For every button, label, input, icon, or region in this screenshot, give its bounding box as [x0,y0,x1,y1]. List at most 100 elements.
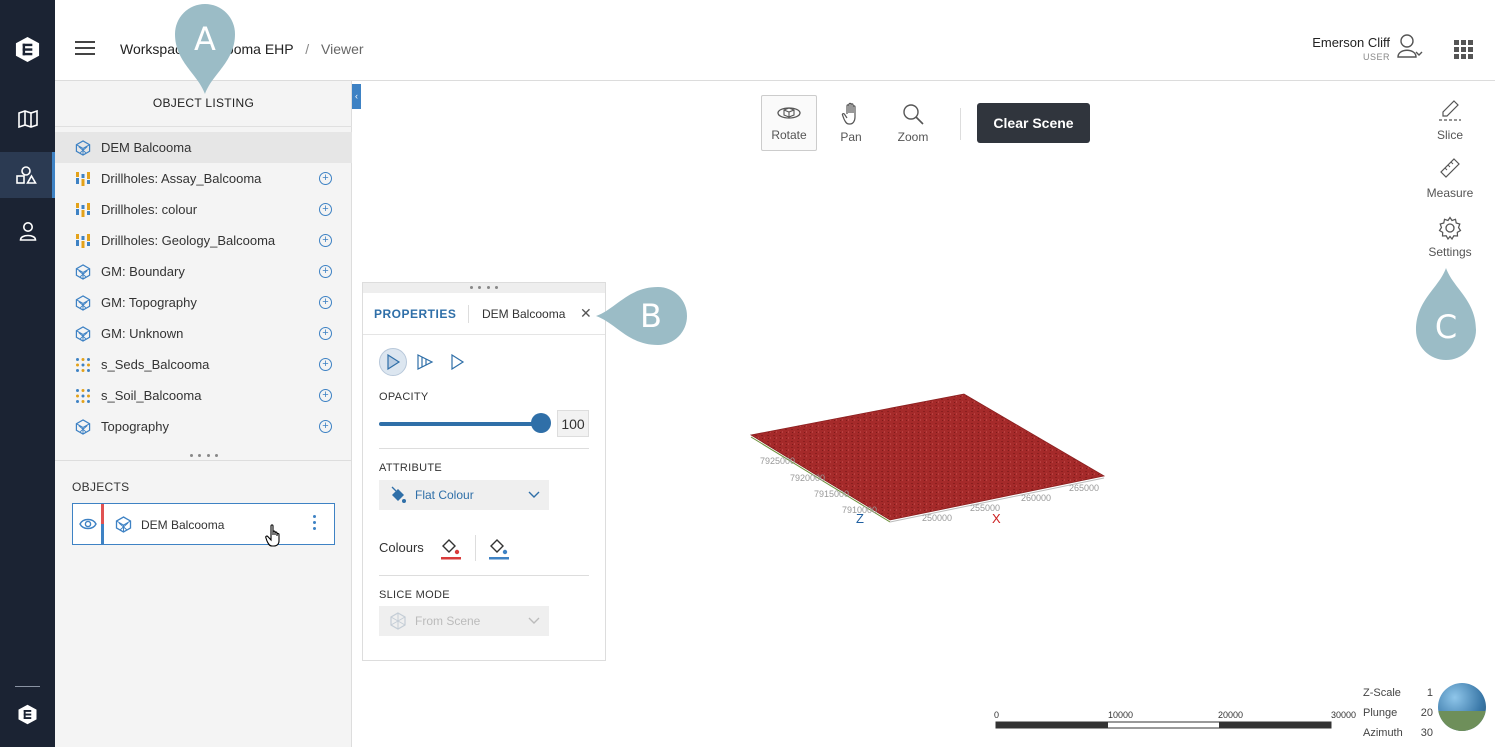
azimuth-label: Azimuth [1363,727,1403,739]
add-to-scene-icon[interactable]: + [319,358,332,371]
object-listing-item[interactable]: Drillholes: Geology_Balcooma + [55,225,352,256]
surface-mode-button[interactable] [379,348,407,376]
collapse-panel-button[interactable]: ‹ [352,84,361,109]
more-options-icon[interactable] [313,515,316,533]
top-header: Workspace Balcooma EHP / Viewer Emerson … [55,0,1495,81]
app-logo-icon[interactable] [14,36,41,63]
chevron-down-icon [528,617,540,624]
x-axis-label: X [992,511,1001,526]
tab-properties[interactable]: PROPERTIES [374,307,456,321]
object-listing-item[interactable]: Drillholes: Assay_Balcooma + [55,163,352,194]
view-cube-globe-icon[interactable] [1438,683,1486,731]
callout-c-label: C [1434,308,1458,346]
sidebar-item-account[interactable] [0,208,55,254]
close-icon[interactable]: ✕ [580,305,592,322]
add-to-scene-icon[interactable]: + [319,420,332,433]
fill-colour-button[interactable] [439,535,463,561]
object-listing-item[interactable]: Drillholes: colour + [55,194,352,225]
dem-surface[interactable] [749,393,1106,521]
breadcrumb: Workspace Balcooma EHP / Viewer [120,41,364,57]
add-to-scene-icon[interactable]: + [319,203,332,216]
ruler-icon [1440,158,1460,178]
opacity-slider-handle[interactable] [531,413,551,433]
pan-label: Pan [840,130,862,144]
account-dropdown-icon[interactable] [1397,33,1423,59]
rotate-label: Rotate [771,128,807,142]
add-to-scene-icon[interactable]: + [319,327,332,340]
azimuth-value: 30 [1420,727,1433,739]
object-listing-item[interactable]: GM: Unknown + [55,318,352,349]
add-to-scene-icon[interactable]: + [319,296,332,309]
properties-drag-handle[interactable] [363,283,605,293]
slice-label: Slice [1436,128,1463,142]
add-to-scene-icon[interactable]: + [319,265,332,278]
opacity-slider-track[interactable] [379,422,539,426]
add-to-scene-icon[interactable]: + [319,234,332,247]
outline-mode-button[interactable] [443,348,471,376]
scale-bar: 0 10000 20000 30000 [994,710,1356,729]
object-listing-item[interactable]: GM: Boundary + [55,256,352,287]
scale-tick-label: 20000 [1218,710,1243,720]
sidebar-item-objects[interactable] [0,152,55,198]
left-rail [0,0,55,747]
add-to-scene-icon[interactable]: + [319,389,332,402]
object-listing-panel: OBJECT LISTING DEM Balcooma Drillholes: A… [55,81,352,747]
properties-panel: PROPERTIES DEM Balcooma ✕ OPACITY 100 AT… [362,282,606,661]
paint-bucket-red-icon [441,539,461,560]
object-listing-item[interactable]: DEM Balcooma [55,132,352,163]
resize-handle[interactable] [190,454,218,458]
properties-tabs: PROPERTIES DEM Balcooma ✕ [363,293,605,335]
attribute-select[interactable]: Flat Colour [379,480,549,510]
user-name: Emerson Cliff [1312,35,1390,50]
points-icon [75,357,91,373]
settings-tool[interactable]: Settings [1420,216,1480,259]
user-info[interactable]: Emerson Cliff USER [1312,35,1390,62]
clear-scene-button[interactable]: Clear Scene [977,103,1090,143]
outline-triangle-icon [451,354,465,370]
divider [55,460,352,461]
object-listing-label: Drillholes: Geology_Balcooma [101,233,276,248]
surface-icon [75,294,91,311]
3d-scene-canvas[interactable]: 7925000 7920000 7915000 7910000 250000 2… [700,380,1120,540]
edge-colour-button[interactable] [487,535,511,561]
slice-mode-select: From Scene [379,606,549,636]
object-listing-item[interactable]: s_Seds_Balcooma + [55,349,352,380]
object-listing-item[interactable]: Topography + [55,411,352,442]
surface-icon [75,418,91,435]
scene-slice-icon [389,612,407,630]
menu-icon[interactable] [75,41,95,57]
apps-grid-icon[interactable] [1454,40,1473,59]
surface-icon [75,263,91,280]
visibility-eye-icon[interactable] [79,517,97,531]
sidebar-item-map[interactable] [0,96,55,142]
object-list: DEM Balcooma Drillholes: Assay_Balcooma + D… [55,132,352,442]
zoom-button[interactable]: Zoom [885,95,941,151]
z-axis-label: Z [856,511,864,526]
slice-tool[interactable]: Slice [1420,99,1480,142]
divider [379,448,589,449]
object-listing-label: s_Seds_Balcooma [101,357,210,372]
wireframe-mode-button[interactable] [411,348,439,376]
points-icon [75,388,91,404]
filled-triangle-icon [387,354,401,370]
x-tick-label: 250000 [922,513,952,523]
pan-button[interactable]: Pan [823,95,879,151]
object-colour-bar [101,504,104,544]
object-listing-item[interactable]: GM: Topography + [55,287,352,318]
measure-tool[interactable]: Measure [1420,157,1480,200]
z-scale-value: 1 [1426,687,1433,699]
user-icon [19,222,36,241]
opacity-value-input[interactable]: 100 [557,410,589,437]
object-listing-item[interactable]: s_Soil_Balcooma + [55,380,352,411]
surface-icon [115,516,132,533]
scene-object-card[interactable]: DEM Balcooma [72,503,335,545]
scale-tick-label: 0 [994,710,999,720]
tab-object-name[interactable]: DEM Balcooma [482,307,565,321]
rotate-button[interactable]: Rotate [761,95,817,151]
y-tick-label: 7920000 [790,473,825,483]
brand-logo-icon[interactable] [17,704,38,725]
object-listing-label: Drillholes: Assay_Balcooma [101,171,262,186]
slice-knife-icon [1439,100,1461,121]
add-to-scene-icon[interactable]: + [319,172,332,185]
callout-a-label: A [194,20,216,58]
